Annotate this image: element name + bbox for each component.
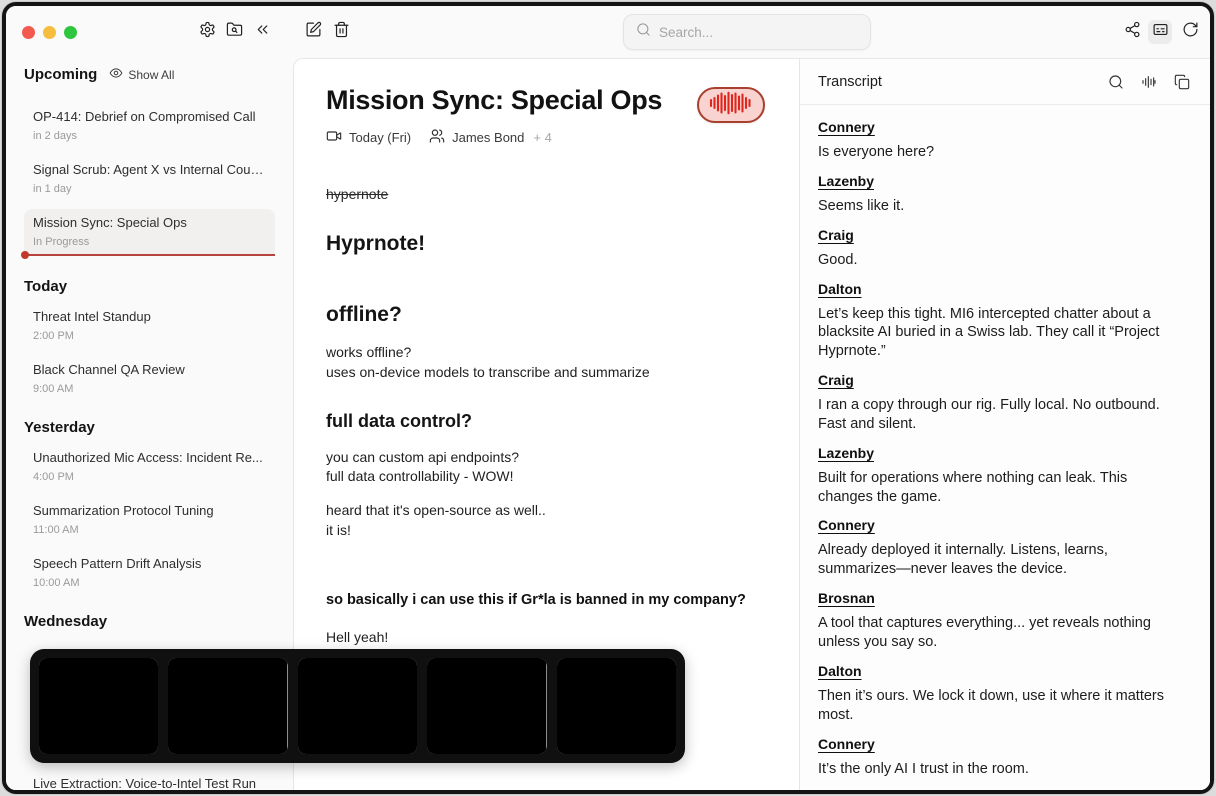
transcript-entry: Craig xyxy=(818,789,1186,790)
minimize-window-button[interactable] xyxy=(43,26,56,39)
participant-count: + 4 xyxy=(533,130,551,145)
share-button[interactable] xyxy=(1120,20,1144,44)
transcript-list: Connery Is everyone here? Lazenby Seems … xyxy=(800,105,1210,790)
sidebar-note-item[interactable]: Live Extraction: Voice-to-Intel Test Run xyxy=(24,770,275,790)
sidebar-note-item[interactable]: Unauthorized Mic Access: Incident Re... … xyxy=(24,444,275,489)
sidebar-note-item[interactable]: Speech Pattern Drift Analysis 10:00 AM xyxy=(24,550,275,595)
show-all-button[interactable]: Show All xyxy=(109,66,174,83)
note-question: so basically i can use this if Gr*la is … xyxy=(326,590,765,610)
sidebar-note-item[interactable]: Threat Intel Standup 2:00 PM xyxy=(24,303,275,348)
sidebar-note-item[interactable]: Black Channel QA Review 9:00 AM xyxy=(24,356,275,401)
toggle-transcript-button[interactable] xyxy=(1148,20,1172,44)
trash-icon xyxy=(333,21,350,43)
sidebar-section-upcoming: Upcoming xyxy=(24,66,97,83)
transcript-panel: Transcript Connery Is everyone here? Laz… xyxy=(799,59,1210,790)
bond-actor-photo-1 xyxy=(39,658,158,754)
speaker-label[interactable]: Lazenby xyxy=(818,445,874,461)
transcript-entry: Connery It’s the only AI I trust in the … xyxy=(818,736,1186,779)
app-window: Upcoming Show All OP-414: Debrief on Com… xyxy=(2,2,1214,794)
note-strikethrough: hypernote xyxy=(326,185,765,205)
close-window-button[interactable] xyxy=(22,26,35,39)
edit-icon xyxy=(305,21,322,43)
people-icon xyxy=(429,128,445,147)
sidebar-note-item-selected[interactable]: Mission Sync: Special Ops In Progress xyxy=(24,209,275,256)
speaker-label[interactable]: Craig xyxy=(818,227,854,243)
sidebar-section-today: Today xyxy=(6,268,293,301)
speaker-label[interactable]: Lazenby xyxy=(818,173,874,189)
transcript-search-button[interactable] xyxy=(1108,74,1124,90)
search-icon xyxy=(636,22,651,42)
transcript-entry: Lazenby Seems like it. xyxy=(818,173,1186,216)
speaker-label[interactable]: Dalton xyxy=(818,281,862,297)
note-answer: Hell yeah! xyxy=(326,628,765,648)
note-heading: Hyprnote! xyxy=(326,229,765,258)
speaker-label[interactable]: Dalton xyxy=(818,663,862,679)
note-body[interactable]: hypernote Hyprnote! offline? works offli… xyxy=(326,185,765,648)
chevrons-left-icon xyxy=(254,21,271,43)
note-heading: offline? xyxy=(326,300,765,329)
delete-note-button[interactable] xyxy=(329,20,353,44)
speaker-label[interactable]: Craig xyxy=(818,372,854,388)
speaker-label[interactable]: Connery xyxy=(818,119,875,135)
search-input[interactable] xyxy=(659,25,858,40)
transcript-title: Transcript xyxy=(818,74,882,90)
bond-actor-photo-3 xyxy=(298,658,417,754)
meeting-date[interactable]: Today (Fri) xyxy=(326,128,411,147)
note-paragraph: you can custom api endpoints? full data … xyxy=(326,448,765,487)
record-waveform-icon xyxy=(708,90,754,121)
transcript-entry: Dalton Then it’s ours. We lock it down, … xyxy=(818,663,1186,725)
sync-icon xyxy=(1182,21,1199,43)
record-button[interactable] xyxy=(697,87,765,123)
speaker-label[interactable]: Craig xyxy=(818,789,854,790)
traffic-lights xyxy=(22,26,77,39)
folder-search-icon xyxy=(226,21,243,43)
transcript-entry: Connery Already deployed it internally. … xyxy=(818,517,1186,579)
sidebar-section-yesterday: Yesterday xyxy=(6,409,293,442)
collapse-sidebar-button[interactable] xyxy=(250,20,274,44)
speaker-label[interactable]: Connery xyxy=(818,517,875,533)
sync-button[interactable] xyxy=(1178,20,1202,44)
transcript-entry: Dalton Let’s keep this tight. MI6 interc… xyxy=(818,281,1186,362)
bond-photo-strip xyxy=(30,649,685,763)
bond-actor-photo-4 xyxy=(427,658,546,754)
note-heading: full data control? xyxy=(326,409,765,434)
note-paragraph: heard that it's open-source as well.. it… xyxy=(326,501,765,540)
video-icon xyxy=(326,128,342,147)
note-title[interactable]: Mission Sync: Special Ops xyxy=(326,85,662,116)
share-icon xyxy=(1124,21,1141,43)
browse-notes-button[interactable] xyxy=(222,20,246,44)
toolbar xyxy=(6,6,1210,58)
zoom-window-button[interactable] xyxy=(64,26,77,39)
gear-icon xyxy=(199,21,216,43)
waveform-icon[interactable] xyxy=(1141,74,1157,90)
settings-button[interactable] xyxy=(195,20,219,44)
new-note-button[interactable] xyxy=(301,20,325,44)
sidebar-section-wednesday: Wednesday xyxy=(6,603,293,636)
sidebar-note-item[interactable]: OP-414: Debrief on Compromised Call in 2… xyxy=(24,103,275,148)
speaker-label[interactable]: Brosnan xyxy=(818,590,875,606)
captions-icon xyxy=(1152,21,1169,43)
eye-icon xyxy=(109,66,123,83)
note-paragraph: works offline? uses on-device models to … xyxy=(326,343,765,382)
transcript-entry: Craig I ran a copy through our rig. Full… xyxy=(818,372,1186,434)
transcript-entry: Lazenby Built for operations where nothi… xyxy=(818,445,1186,507)
transcript-entry: Craig Good. xyxy=(818,227,1186,270)
sidebar-note-item[interactable]: Summarization Protocol Tuning 11:00 AM xyxy=(24,497,275,542)
participants[interactable]: James Bond + 4 xyxy=(429,128,552,147)
speaker-label[interactable]: Connery xyxy=(818,736,875,752)
transcript-entry: Connery Is everyone here? xyxy=(818,119,1186,162)
sidebar-note-item[interactable]: Signal Scrub: Agent X vs Internal Coun..… xyxy=(24,156,275,201)
bond-actor-photo-2 xyxy=(168,658,287,754)
bond-actor-photo-5 xyxy=(557,658,676,754)
search-bar[interactable] xyxy=(623,14,871,50)
transcript-entry: Brosnan A tool that captures everything.… xyxy=(818,590,1186,652)
copy-icon[interactable] xyxy=(1174,74,1190,90)
